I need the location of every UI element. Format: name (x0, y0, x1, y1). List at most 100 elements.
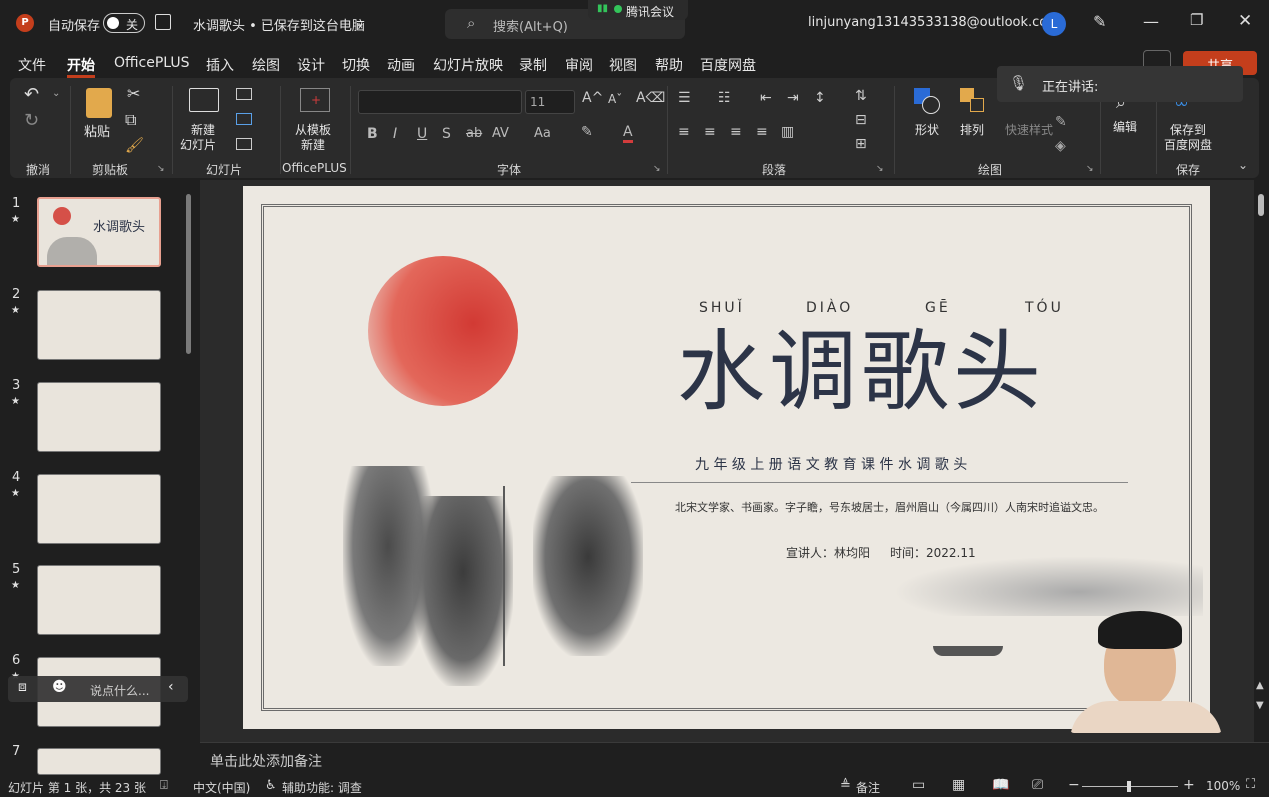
screen-share-icon[interactable]: ⧈ (18, 679, 27, 695)
normal-view-icon[interactable]: ▭ (912, 777, 925, 793)
new-slide-icon[interactable] (189, 88, 219, 112)
decrease-indent-icon[interactable]: ⇤ (760, 90, 772, 106)
copy-icon[interactable]: ⧉ (125, 110, 136, 130)
bold-icon[interactable]: B (367, 126, 378, 142)
editing-button[interactable]: 编辑 (1113, 118, 1137, 135)
shapes-icon[interactable] (914, 88, 940, 114)
chevron-down-icon[interactable]: ⌄ (52, 88, 60, 99)
dialog-launcher-icon[interactable]: ↘ (1086, 164, 1094, 174)
tab-design[interactable]: 设计 (297, 55, 325, 75)
tab-review[interactable]: 审阅 (565, 55, 593, 75)
minimize-icon[interactable]: — (1143, 12, 1159, 31)
chevron-down-icon[interactable]: ⌄ (355, 16, 365, 30)
line-spacing-icon[interactable]: ↕ (814, 90, 826, 106)
from-template-label-2[interactable]: 新建 (301, 136, 325, 153)
paste-button[interactable]: 粘贴 (84, 121, 110, 140)
shadow-icon[interactable]: S (442, 126, 451, 142)
redo-icon[interactable]: ↻ (24, 110, 39, 131)
account-email[interactable]: linjunyang13143533138@outlook.com (808, 15, 1060, 30)
char-spacing-icon[interactable]: AV (492, 126, 509, 141)
slide-subtitle[interactable]: 九 年 级 上 册 语 文 教 育 课 件 水 调 歌 头 (695, 454, 967, 474)
thumbnail-slide-3[interactable] (37, 382, 161, 452)
template-icon[interactable]: + (300, 88, 330, 112)
underline-icon[interactable]: U (417, 126, 427, 142)
shape-effects-icon[interactable]: ◈ (1055, 138, 1066, 154)
dialog-launcher-icon[interactable]: ↘ (653, 164, 661, 174)
tab-animations[interactable]: 动画 (387, 55, 415, 75)
emoji-icon[interactable]: ☻ (52, 679, 67, 695)
slide-title[interactable]: 水调歌头 (677, 328, 1045, 416)
slide-date[interactable]: 时间：2022.11 (890, 544, 976, 561)
tab-view[interactable]: 视图 (609, 55, 637, 75)
slide-scrollbar[interactable] (1258, 194, 1264, 216)
bullets-icon[interactable]: ☰ (678, 90, 691, 106)
tab-help[interactable]: 帮助 (655, 55, 683, 75)
slide-canvas[interactable]: SHUǏ DIÀO GĒ TÓU 水调歌头 九 年 级 上 册 语 文 教 育 … (243, 186, 1210, 729)
dialog-launcher-icon[interactable]: ↘ (876, 164, 884, 174)
align-text-icon[interactable]: ⊟ (855, 112, 867, 128)
restore-icon[interactable]: ❐ (1190, 11, 1203, 29)
numbering-icon[interactable]: ☷ (718, 90, 731, 106)
language-status[interactable]: 中文(中国) (193, 779, 250, 796)
new-slide-label-2[interactable]: 幻灯片 (180, 136, 216, 153)
highlight-icon[interactable]: ✎ (581, 124, 593, 140)
clear-format-icon[interactable]: A⌫ (636, 90, 665, 106)
meeting-indicator[interactable]: ▮▮ 腾讯会议 (588, 0, 688, 20)
italic-icon[interactable]: I (393, 126, 397, 142)
quick-styles-button[interactable]: 快速样式 (1005, 121, 1053, 138)
thumbnail-scrollbar[interactable] (186, 194, 191, 354)
slideshow-icon[interactable]: ⎚ (1032, 777, 1043, 793)
autosave-toggle[interactable]: 关 (103, 13, 145, 33)
document-title[interactable]: 水调歌头 • 已保存到这台电脑 (193, 15, 365, 34)
shapes-button[interactable]: 形状 (915, 121, 939, 138)
increase-indent-icon[interactable]: ⇥ (787, 90, 799, 106)
font-color-icon[interactable]: A (623, 124, 633, 143)
zoom-in-icon[interactable]: + (1183, 777, 1195, 793)
avatar[interactable]: L (1042, 12, 1066, 36)
thumbnail-slide-4[interactable] (37, 474, 161, 544)
section-icon[interactable] (236, 138, 252, 150)
tab-transitions[interactable]: 切换 (342, 55, 370, 75)
align-right-icon[interactable]: ≡ (730, 124, 742, 140)
prev-slide-icon[interactable]: ▲ (1256, 680, 1264, 691)
grow-font-icon[interactable]: A^ (582, 90, 603, 106)
paste-icon[interactable] (86, 88, 112, 118)
save-baidu-label-2[interactable]: 百度网盘 (1164, 136, 1212, 153)
pen-icon[interactable]: ✎ (1093, 12, 1106, 31)
notes-icon[interactable]: ≜ (840, 778, 851, 793)
collapse-chat-icon[interactable]: ‹ (168, 679, 174, 695)
tab-home[interactable]: 开始 (67, 55, 95, 75)
strikethrough-icon[interactable]: ab (466, 126, 482, 141)
notes-pane[interactable]: 单击此处添加备注 (200, 742, 1269, 776)
tab-slideshow[interactable]: 幻灯片放映 (433, 55, 503, 75)
chat-input[interactable]: 说点什么... (90, 682, 149, 699)
align-center-icon[interactable]: ≡ (704, 124, 716, 140)
font-family-select[interactable] (358, 90, 522, 114)
reading-view-icon[interactable]: 📖 (992, 777, 1009, 793)
zoom-level[interactable]: 100% (1206, 779, 1240, 793)
align-left-icon[interactable]: ≡ (678, 124, 690, 140)
notes-placeholder[interactable]: 单击此处添加备注 (210, 751, 322, 771)
slide-sorter-icon[interactable]: ▦ (952, 777, 965, 793)
accessibility-status[interactable]: 辅助功能: 调查 (282, 779, 362, 796)
tab-insert[interactable]: 插入 (206, 55, 234, 75)
cut-icon[interactable]: ✂ (127, 84, 140, 103)
next-slide-icon[interactable]: ▼ (1256, 700, 1264, 711)
shape-fill-icon[interactable]: ✎ (1055, 114, 1067, 130)
thumbnail-slide-2[interactable] (37, 290, 161, 360)
tab-baidu[interactable]: 百度网盘 (700, 55, 756, 75)
tab-record[interactable]: 录制 (519, 55, 547, 75)
smartart-icon[interactable]: ⊞ (855, 136, 867, 152)
tab-file[interactable]: 文件 (18, 55, 46, 75)
font-size-select[interactable]: 11 (525, 90, 575, 114)
justify-icon[interactable]: ≡ (756, 124, 768, 140)
thumbnail-slide-5[interactable] (37, 565, 161, 635)
arrange-icon[interactable] (960, 88, 986, 114)
columns-icon[interactable]: ▥ (781, 124, 794, 140)
close-icon[interactable]: ✕ (1238, 11, 1252, 31)
slide-presenter[interactable]: 宣讲人：林均阳 (786, 544, 870, 561)
text-direction-icon[interactable]: ⇅ (855, 88, 867, 104)
tab-officeplus[interactable]: OfficePLUS (114, 55, 190, 71)
thumbnail-slide-7[interactable] (37, 748, 161, 775)
save-icon[interactable] (155, 14, 171, 30)
